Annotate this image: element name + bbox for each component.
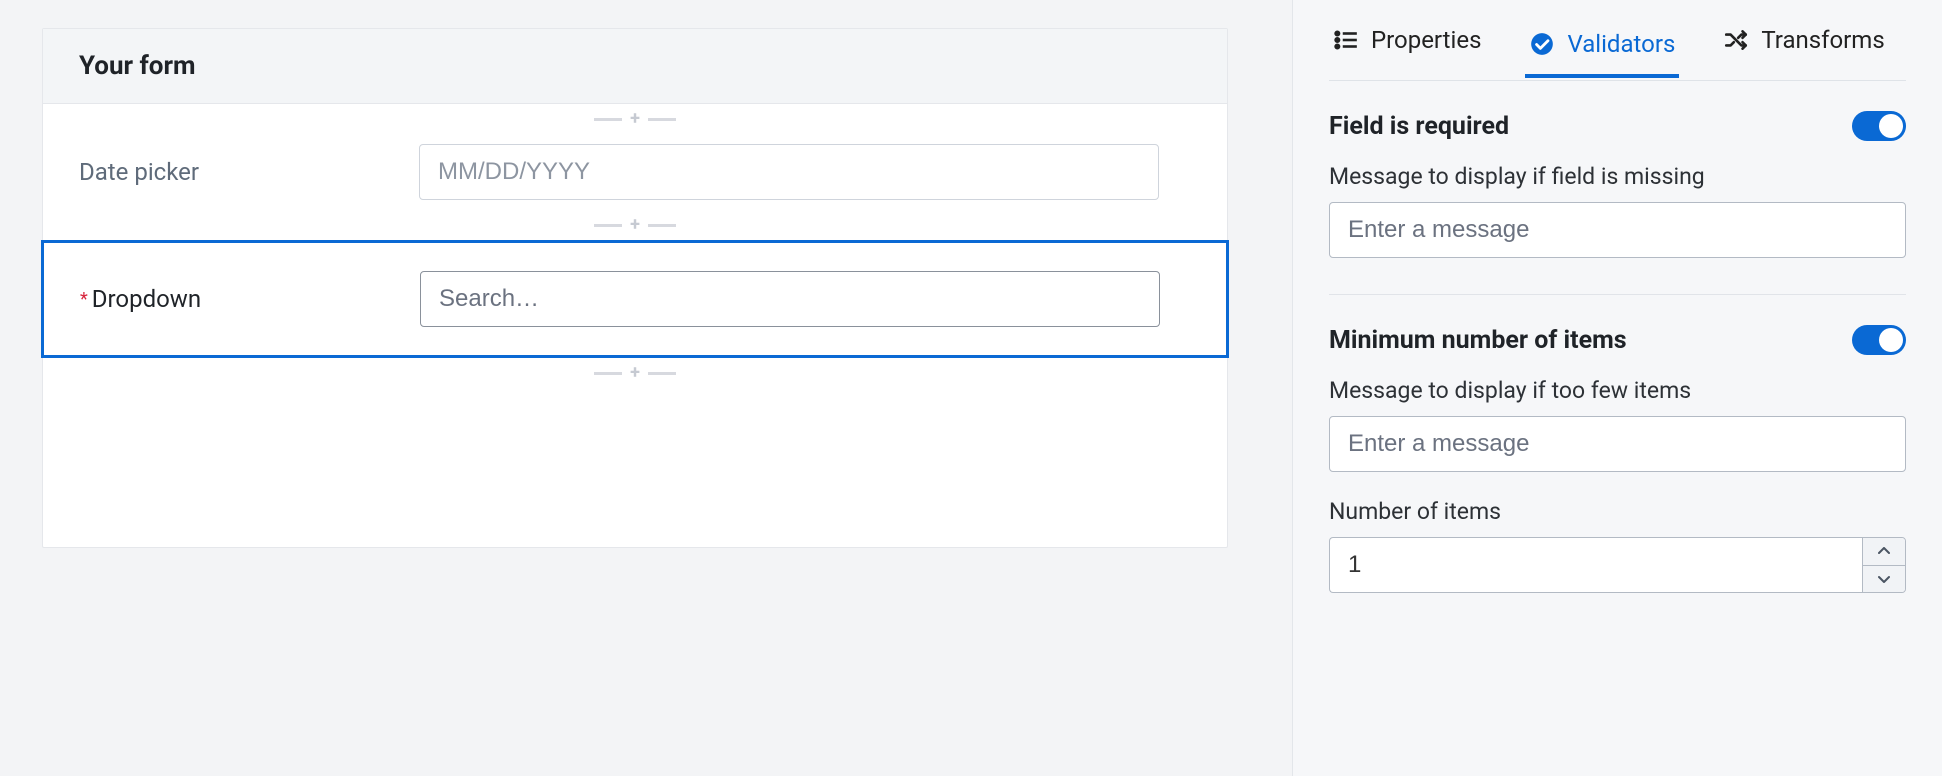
insert-handle-mid[interactable]: + bbox=[43, 210, 1227, 240]
inspector-panel: Properties Validators Transforms bbox=[1292, 0, 1942, 776]
inspector-tabs: Properties Validators Transforms bbox=[1329, 0, 1906, 81]
form-row-date-picker[interactable]: Date picker bbox=[43, 134, 1227, 210]
section-min-items: Minimum number of items Message to displ… bbox=[1329, 295, 1906, 629]
min-items-toggle[interactable] bbox=[1852, 325, 1906, 355]
field-label-date-picker: Date picker bbox=[79, 158, 419, 186]
insert-dash-icon bbox=[594, 372, 622, 375]
plus-icon: + bbox=[630, 216, 640, 234]
tab-transforms-label: Transforms bbox=[1761, 26, 1884, 54]
plus-icon: + bbox=[630, 364, 640, 382]
date-picker-input[interactable] bbox=[419, 144, 1159, 200]
insert-dash-icon bbox=[648, 118, 676, 121]
insert-handle-bottom[interactable]: + bbox=[43, 358, 1227, 388]
tab-validators[interactable]: Validators bbox=[1525, 22, 1679, 78]
stepper-down-button[interactable] bbox=[1863, 566, 1905, 593]
stepper-up-button[interactable] bbox=[1863, 538, 1905, 566]
section-required: Field is required Message to display if … bbox=[1329, 81, 1906, 295]
field-label-dropdown: *Dropdown bbox=[80, 285, 420, 313]
plus-icon: + bbox=[630, 110, 640, 128]
tab-properties-label: Properties bbox=[1371, 26, 1481, 54]
insert-handle-top[interactable]: + bbox=[43, 104, 1227, 134]
insert-dash-icon bbox=[594, 118, 622, 121]
section-required-title: Field is required bbox=[1329, 112, 1509, 141]
list-icon bbox=[1333, 27, 1359, 53]
form-canvas: Your form + Date picker + *Dropdown bbox=[42, 28, 1228, 548]
check-badge-icon bbox=[1529, 31, 1555, 57]
tab-transforms[interactable]: Transforms bbox=[1719, 18, 1888, 70]
chevron-down-icon bbox=[1878, 575, 1890, 583]
section-min-items-title: Minimum number of items bbox=[1329, 326, 1627, 355]
field-label-dropdown-text: Dropdown bbox=[92, 285, 201, 313]
insert-dash-icon bbox=[648, 224, 676, 227]
dropdown-search-input[interactable] bbox=[420, 271, 1160, 327]
chevron-up-icon bbox=[1878, 547, 1890, 555]
min-items-message-input[interactable] bbox=[1329, 416, 1906, 472]
min-items-number-label: Number of items bbox=[1329, 498, 1906, 525]
form-title: Your form bbox=[43, 29, 1227, 104]
min-items-number-stepper bbox=[1329, 537, 1906, 593]
tab-validators-label: Validators bbox=[1567, 30, 1675, 58]
required-asterisk-icon: * bbox=[80, 289, 88, 310]
min-items-message-label: Message to display if too few items bbox=[1329, 377, 1906, 404]
tab-properties[interactable]: Properties bbox=[1329, 18, 1485, 70]
form-canvas-area: Your form + Date picker + *Dropdown bbox=[0, 0, 1292, 776]
shuffle-icon bbox=[1723, 27, 1749, 53]
insert-dash-icon bbox=[594, 224, 622, 227]
required-message-input[interactable] bbox=[1329, 202, 1906, 258]
required-message-label: Message to display if field is missing bbox=[1329, 163, 1906, 190]
form-row-dropdown[interactable]: *Dropdown bbox=[41, 240, 1229, 358]
insert-dash-icon bbox=[648, 372, 676, 375]
required-toggle[interactable] bbox=[1852, 111, 1906, 141]
min-items-number-input[interactable] bbox=[1329, 537, 1862, 593]
